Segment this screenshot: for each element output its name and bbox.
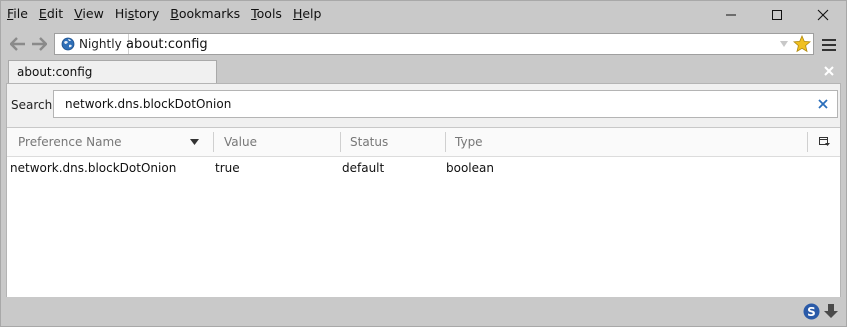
menu-help[interactable]: Help [293, 6, 322, 22]
cell-type: boolean [446, 161, 494, 175]
globe-icon [61, 37, 75, 51]
menu-tools[interactable]: Tools [251, 6, 282, 22]
column-header-status[interactable]: Status [350, 128, 388, 156]
cell-value: true [215, 161, 240, 175]
table-row[interactable]: network.dns.blockDotOnion true default b… [7, 157, 840, 179]
menu-file[interactable]: File [7, 6, 28, 22]
about-config-page: Search: network.dns.blockDotOnion Prefer… [6, 83, 841, 297]
column-separator[interactable] [340, 132, 341, 152]
cell-status: default [342, 161, 385, 175]
search-input[interactable]: network.dns.blockDotOnion [53, 90, 838, 118]
cell-name: network.dns.blockDotOnion [10, 161, 177, 175]
window-controls [708, 1, 846, 29]
column-header-value[interactable]: Value [224, 128, 257, 156]
search-label: Search: [11, 98, 57, 112]
forward-arrow-icon[interactable] [31, 37, 47, 51]
back-arrow-icon[interactable] [10, 37, 26, 51]
menu-bookmarks[interactable]: Bookmarks [170, 6, 240, 22]
column-separator[interactable] [807, 132, 808, 152]
menu-items: File Edit View History Bookmarks Tools Help [7, 6, 332, 22]
identity-label: Nightly [79, 37, 122, 51]
bookmark-star-icon[interactable] [793, 35, 811, 53]
column-picker-icon[interactable] [819, 137, 830, 147]
hamburger-menu-icon[interactable] [822, 39, 836, 54]
column-header-name[interactable]: Preference Name [18, 128, 122, 156]
browser-window: File Edit View History Bookmarks Tools Help [0, 0, 847, 327]
tab-strip: about:config [1, 60, 846, 83]
url-bar[interactable]: Nightly about:config [54, 33, 814, 55]
sort-arrow-icon [190, 139, 199, 145]
menu-bar: File Edit View History Bookmarks Tools Help [1, 1, 846, 29]
tree-header: Preference Name Value Status Type [7, 128, 840, 157]
svg-text:S: S [807, 305, 816, 319]
status-bar: S [1, 298, 846, 326]
identity-box[interactable]: Nightly [55, 34, 129, 54]
tab-close-icon[interactable] [824, 66, 834, 76]
search-clear-icon[interactable] [817, 98, 829, 110]
maximize-button[interactable] [754, 1, 800, 29]
close-icon [817, 9, 829, 21]
menu-edit[interactable]: Edit [39, 6, 63, 22]
column-header-type[interactable]: Type [455, 128, 483, 156]
download-icon[interactable] [824, 304, 838, 319]
maximize-icon [772, 10, 782, 20]
tab-label: about:config [17, 65, 93, 79]
column-separator[interactable] [445, 132, 446, 152]
url-input[interactable]: about:config [126, 37, 208, 52]
column-separator[interactable] [213, 132, 214, 152]
minimize-icon [726, 14, 736, 16]
search-value[interactable]: network.dns.blockDotOnion [65, 97, 231, 111]
menu-history[interactable]: History [115, 6, 159, 22]
close-button[interactable] [800, 1, 846, 29]
tab-about-config[interactable]: about:config [8, 60, 217, 83]
menu-view[interactable]: View [74, 6, 104, 22]
minimize-button[interactable] [708, 1, 754, 29]
s-addon-icon[interactable]: S [803, 303, 820, 320]
navigation-bar: Nightly about:config [1, 29, 846, 60]
dropmarker-icon[interactable] [780, 41, 788, 47]
preferences-tree: Preference Name Value Status Type networ… [7, 127, 840, 297]
